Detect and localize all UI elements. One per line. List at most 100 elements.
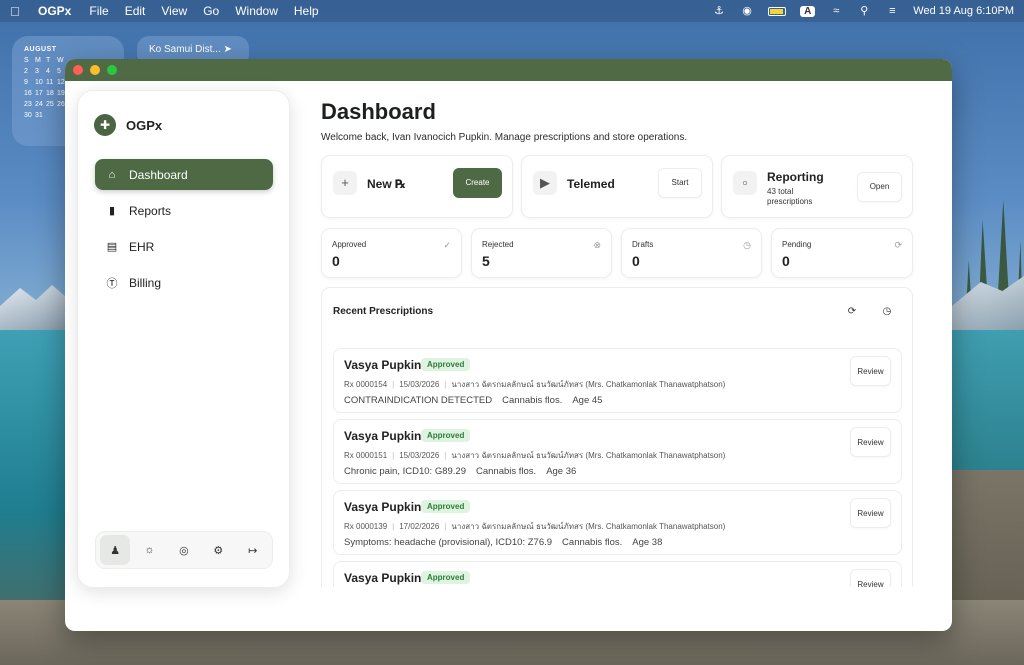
start-button[interactable]: Start [658,168,702,198]
stat-label: Approved [332,240,367,249]
rx-doctor: นางสาว ฉัตรกมลลักษณ์ ธนวัฒน์ภัทสร (Mrs. … [451,451,726,460]
control-center-icon[interactable]: ≡ [885,5,899,17]
menu-app-name[interactable]: OGPx [38,4,71,18]
rx-product: Cannabis flos. [475,466,537,477]
menu-help[interactable]: Help [294,4,319,18]
rx-number: Rx 0000139 [344,522,388,531]
window-titlebar[interactable] [65,59,952,81]
new-rx-title: New ℞ [367,177,406,191]
search-icon[interactable]: ⚲ [857,5,871,17]
status-badge: Approved [421,500,471,513]
wallpaper-lake [0,330,65,630]
refresh-icon: ⟳ [894,240,902,250]
stat-value: 0 [332,253,340,269]
bar-chart-icon: ▮ [108,205,116,217]
rx-details: CONTRAINDICATION DETECTED Cannabis flos. A… [344,395,612,406]
apple-icon[interactable]:  [10,4,24,19]
stat-label: Drafts [632,240,654,249]
list-item[interactable]: Vasya Pupkin Approved Review [333,561,902,587]
menu-clock[interactable]: Wed 19 Aug 6:10PM [913,5,1014,17]
history-icon[interactable]: ◷ [877,302,897,322]
open-button[interactable]: Open [857,172,902,202]
stat-value: 0 [632,253,640,269]
patient-name: Vasya Pupkin [344,571,422,585]
minimize-window-button[interactable] [90,65,100,75]
patient-name: Vasya Pupkin [344,358,422,372]
stat-drafts: Drafts 0 ◷ [621,228,762,278]
list-item[interactable]: Vasya Pupkin Approved Rx 0000139 | 17/02/2… [333,490,902,555]
sidebar-item-dashboard[interactable]: ⌂ Dashboard [95,159,273,190]
menu-file[interactable]: File [89,4,108,18]
docker-icon[interactable]: ⚓ [712,5,726,17]
stat-value: 5 [482,253,490,269]
logout-icon[interactable]: ↦ [238,535,268,565]
user-icon[interactable]: ♟ [100,535,131,565]
rx-date: 15/03/2026 [399,380,440,389]
menu-window[interactable]: Window [235,4,278,18]
calendar-day: 17 [35,90,43,97]
sidebar-toolbar: ♟ ☼ ◎ ⚙ ↦ [95,531,273,569]
calendar-day: 3 [35,68,39,75]
menu-go[interactable]: Go [203,4,219,18]
stat-label: Pending [782,240,812,249]
sidebar-item-label: Dashboard [129,167,188,182]
x-circle-icon: ⊗ [593,240,601,250]
reporting-count-line1: 43 total [767,187,794,196]
menu-bar:  OGPx File Edit View Go Window Help ⚓ ◉… [0,0,1024,22]
create-button[interactable]: Create [453,168,502,198]
rx-doctor: นางสาว ฉัตรกมลลักษณ์ ธนวัฒน์ภัทสร (Mrs. … [451,380,726,389]
gear-icon[interactable]: ⚙ [203,535,233,565]
calendar-day: 2 [24,68,28,75]
vpn-icon[interactable]: ◉ [740,5,754,17]
rx-age: Age 45 [572,395,603,406]
calendar-day: 25 [46,101,54,108]
refresh-icon[interactable]: ⟳ [842,302,862,322]
stat-rejected: Rejected 5 ⊗ [471,228,612,278]
rx-notes: Chronic pain, ICD10: G89.29 [344,466,466,477]
input-source-indicator[interactable]: A [800,5,816,17]
location-arrow-icon: ➤ [223,44,232,55]
status-badge: Approved [421,571,471,584]
close-window-button[interactable] [73,65,83,75]
sidebar-item-reports[interactable]: ▮ Reports [95,195,273,226]
status-badge: Approved [421,429,471,442]
rx-meta: Rx 0000139 | 17/02/2026 | นางสาว ฉัตรกมลลักษ… [344,522,726,531]
zoom-window-button[interactable] [107,65,117,75]
list-item[interactable]: Vasya Pupkin Approved Rx 0000151 | 15/03/2… [333,419,902,484]
page-title: Dashboard [321,99,436,124]
sidebar-item-label: Billing [129,275,162,290]
review-button[interactable]: Review [850,427,891,457]
rx-notes: CONTRAINDICATION DETECTED [344,395,493,406]
plus-icon: + [333,171,357,195]
sidebar-item-billing[interactable]: Ⓣ Billing [95,267,273,298]
rx-details: Symptoms: headache (provisional), ICD10:… [344,537,672,548]
battery-icon[interactable] [768,6,787,16]
app-window: ✚ OGPx ⌂ Dashboard ▮ Reports ▤ EHR Ⓣ Bil… [65,59,952,631]
sidebar-item-ehr[interactable]: ▤ EHR [95,231,273,262]
check-circle-icon: ✓ [443,240,451,250]
logo-icon: ✚ [94,114,116,136]
recent-prescriptions-panel: Recent Prescriptions ⟳ ◷ Vasya Pupkin Ap… [321,287,913,587]
menu-edit[interactable]: Edit [125,4,146,18]
review-button[interactable]: Review [850,356,891,386]
calendar-month: AUGUST [24,46,57,53]
page-subtitle: Welcome back, Ivan Ivanocich Pupkin. Man… [321,132,688,143]
wifi-icon[interactable]: ≈ [829,5,843,17]
calendar-day: 16 [24,90,32,97]
calendar-day: 11 [46,79,54,86]
sun-icon[interactable]: ☼ [135,535,165,565]
list-item[interactable]: Vasya Pupkin Approved Rx 0000154 | 15/03/2… [333,348,902,413]
calendar-weekday: M [35,57,41,64]
calendar-day: 18 [46,90,54,97]
review-button[interactable]: Review [850,498,891,528]
review-button[interactable]: Review [850,569,891,587]
globe-icon[interactable]: ◎ [169,535,199,565]
calendar-day: 10 [35,79,43,86]
patient-name: Vasya Pupkin [344,500,422,514]
brand: ✚ OGPx [94,114,162,136]
menu-view[interactable]: View [161,4,187,18]
rx-age: Age 36 [546,466,577,477]
rx-meta: Rx 0000154 | 15/03/2026 | นางสาว ฉัตรกมลลักษ… [344,380,726,389]
document-icon: ▤ [106,241,118,253]
rx-age: Age 38 [632,537,663,548]
